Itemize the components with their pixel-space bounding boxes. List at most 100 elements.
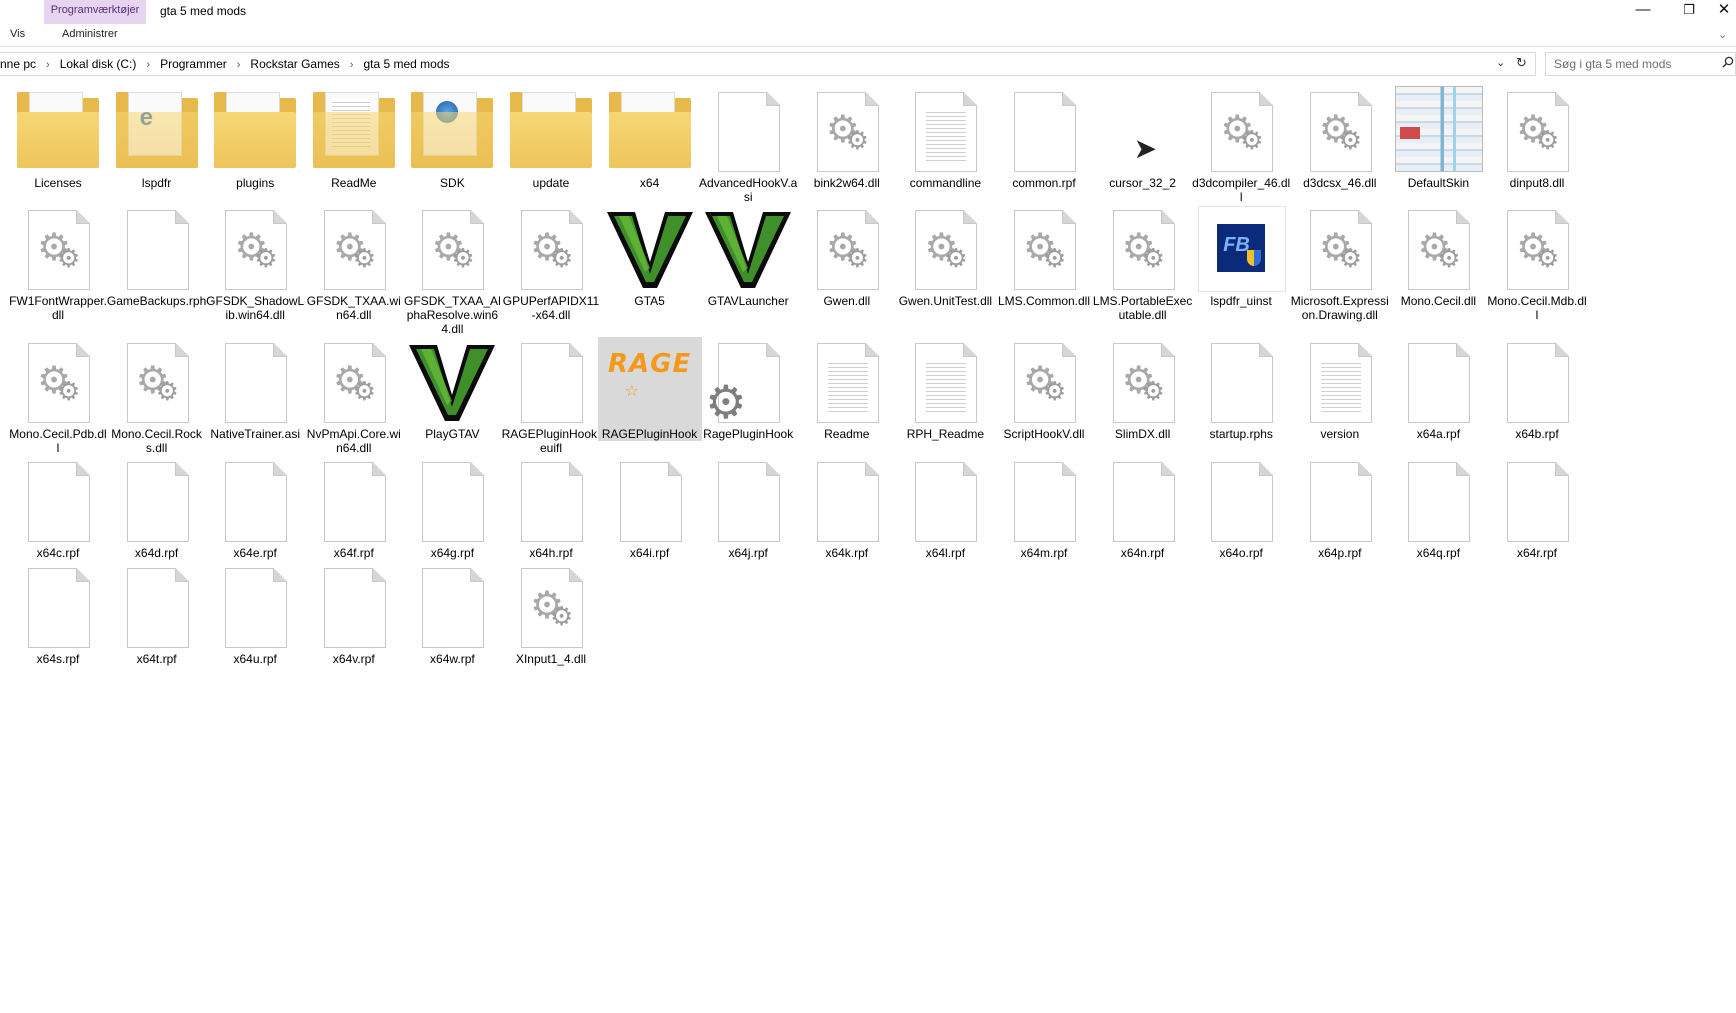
file-item-x64v-rpf[interactable]: x64v.rpf — [302, 562, 406, 666]
file-item-dinput8-dll[interactable]: ⚙ ⚙ dinput8.dll — [1485, 86, 1589, 190]
chevron-down-icon[interactable]: ⌄ — [1718, 28, 1727, 41]
file-item-x64b-rpf[interactable]: x64b.rpf — [1485, 337, 1589, 441]
file-item-playgtav[interactable]: PlayGTAV — [400, 337, 504, 441]
breadcrumb-item-local-disk[interactable]: Lokal disk (C:) — [60, 57, 137, 71]
file-name: GTA5 — [634, 294, 665, 308]
search-input[interactable]: Søg i gta 5 med mods — [1545, 52, 1736, 76]
address-bar[interactable]: nne pc › Lokal disk (C:) › Programmer › Rockst… — [0, 52, 1536, 76]
file-item-gfsdk-txaa-win64-dll[interactable]: ⚙ ⚙ GFSDK_TXAA.win64.dll — [302, 204, 406, 322]
file-item-gta5[interactable]: GTA5 — [598, 204, 702, 308]
folder-icon — [309, 86, 399, 176]
file-item-gpuperfapidx11-x64-dll[interactable]: ⚙ ⚙ GPUPerfAPIDX11-x64.dll — [499, 204, 603, 322]
file-item-mono-cecil-mdb-dll[interactable]: ⚙ ⚙ Mono.Cecil.Mdb.dll — [1485, 204, 1589, 322]
file-item-cursor-32-2[interactable]: ➤ cursor_32_2 — [1091, 86, 1195, 190]
file-item-startup-rphs[interactable]: startup.rphs — [1189, 337, 1293, 441]
file-item-lspdfr-uinst[interactable]: FB lspdfr_uinst — [1189, 204, 1293, 308]
file-item-x64d-rpf[interactable]: x64d.rpf — [105, 456, 209, 560]
file-item-common-rpf[interactable]: common.rpf — [992, 86, 1096, 190]
context-tab-programvaerktojer[interactable]: Programværktøjer — [44, 0, 146, 24]
file-item-readme[interactable]: Readme — [795, 337, 899, 441]
file-item-x64[interactable]: x64 — [598, 86, 702, 190]
file-item-bink2w64-dll[interactable]: ⚙ ⚙ bink2w64.dll — [795, 86, 899, 190]
file-item-nativetrainer-asi[interactable]: NativeTrainer.asi — [203, 337, 307, 441]
file-item-x64j-rpf[interactable]: x64j.rpf — [696, 456, 800, 560]
file-item-defaultskin[interactable]: DefaultSkin — [1386, 86, 1490, 190]
file-item-ragepluginhook[interactable]: ⚙ RagePluginHook — [696, 337, 800, 441]
file-item-gamebackups-rph[interactable]: GameBackups.rph — [105, 204, 209, 308]
file-item-x64k-rpf[interactable]: x64k.rpf — [795, 456, 899, 560]
file-item-nvpmapi-core-win64-dll[interactable]: ⚙ ⚙ NvPmApi.Core.win64.dll — [302, 337, 406, 455]
file-item-commandline[interactable]: commandline — [893, 86, 997, 190]
file-item-x64m-rpf[interactable]: x64m.rpf — [992, 456, 1096, 560]
chevron-right-icon[interactable]: › — [46, 59, 50, 71]
file-item-x64t-rpf[interactable]: x64t.rpf — [105, 562, 209, 666]
ribbon-tab-administrer[interactable]: Administrer — [62, 28, 118, 40]
file-item-x64c-rpf[interactable]: x64c.rpf — [6, 456, 110, 560]
file-item-x64r-rpf[interactable]: x64r.rpf — [1485, 456, 1589, 560]
file-item-xinput1-4-dll[interactable]: ⚙ ⚙ XInput1_4.dll — [499, 562, 603, 666]
file-item-mono-cecil-rocks-dll[interactable]: ⚙ ⚙ Mono.Cecil.Rocks.dll — [105, 337, 209, 455]
file-item-mono-cecil-pdb-dll[interactable]: ⚙ ⚙ Mono.Cecil.Pdb.dll — [6, 337, 110, 455]
file-item-fw1fontwrapper-dll[interactable]: ⚙ ⚙ FW1FontWrapper.dll — [6, 204, 110, 322]
file-item-version[interactable]: version — [1288, 337, 1392, 441]
file-item-slimdx-dll[interactable]: ⚙ ⚙ SlimDX.dll — [1091, 337, 1195, 441]
file-name: RPH_Readme — [906, 427, 985, 441]
file-item-x64u-rpf[interactable]: x64u.rpf — [203, 562, 307, 666]
file-item-gwen-unittest-dll[interactable]: ⚙ ⚙ Gwen.UnitTest.dll — [893, 204, 997, 308]
refresh-icon[interactable]: ↻ — [1516, 55, 1527, 71]
file-item-lms-common-dll[interactable]: ⚙ ⚙ LMS.Common.dll — [992, 204, 1096, 308]
file-item-x64i-rpf[interactable]: x64i.rpf — [598, 456, 702, 560]
file-item-d3dcsx-46-dll[interactable]: ⚙ ⚙ d3dcsx_46.dll — [1288, 86, 1392, 190]
file-item-x64l-rpf[interactable]: x64l.rpf — [893, 456, 997, 560]
file-item-lms-portableexecutable-dll[interactable]: ⚙ ⚙ LMS.PortableExecutable.dll — [1091, 204, 1195, 322]
file-item-update[interactable]: update — [499, 86, 603, 190]
file-item-x64a-rpf[interactable]: x64a.rpf — [1386, 337, 1490, 441]
file-item-x64q-rpf[interactable]: x64q.rpf — [1386, 456, 1490, 560]
file-name: SlimDX.dll — [1114, 427, 1171, 441]
file-item-gfsdk-txaa-alpharesolve-win64-dll[interactable]: ⚙ ⚙ GFSDK_TXAA_AlphaResolve.win64.dll — [400, 204, 504, 336]
file-item-scripthookv-dll[interactable]: ⚙ ⚙ ScriptHookV.dll — [992, 337, 1096, 441]
chevron-right-icon[interactable]: › — [350, 59, 354, 71]
file-item-x64p-rpf[interactable]: x64p.rpf — [1288, 456, 1392, 560]
breadcrumb-item-this-pc[interactable]: nne pc — [0, 57, 36, 71]
minimize-button[interactable]: — — [1620, 0, 1666, 22]
file-item-d3dcompiler-46-dll[interactable]: ⚙ ⚙ d3dcompiler_46.dll — [1189, 86, 1293, 204]
file-item-x64f-rpf[interactable]: x64f.rpf — [302, 456, 406, 560]
maximize-button[interactable]: ❐ — [1666, 0, 1712, 22]
file-item-lspdfr[interactable]: elspdfr — [105, 86, 209, 190]
file-item-gtavlauncher[interactable]: GTAVLauncher — [696, 204, 800, 308]
file-item-mono-cecil-dll[interactable]: ⚙ ⚙ Mono.Cecil.dll — [1386, 204, 1490, 308]
file-item-gwen-dll[interactable]: ⚙ ⚙ Gwen.dll — [795, 204, 899, 308]
chevron-right-icon[interactable]: › — [146, 59, 150, 71]
file-item-microsoft-expression-drawing-dll[interactable]: ⚙ ⚙ Microsoft.Expression.Drawing.dll — [1288, 204, 1392, 322]
file-item-plugins[interactable]: plugins — [203, 86, 307, 190]
file-name: GFSDK_TXAA.win64.dll — [306, 294, 401, 322]
file-item-x64w-rpf[interactable]: x64w.rpf — [400, 562, 504, 666]
file-item-x64o-rpf[interactable]: x64o.rpf — [1189, 456, 1293, 560]
file-item-licenses[interactable]: Licenses — [6, 86, 110, 190]
breadcrumb-item-rockstar-games[interactable]: Rockstar Games — [250, 57, 339, 71]
file-item-sdk[interactable]: SDK — [400, 86, 504, 190]
file-item-x64e-rpf[interactable]: x64e.rpf — [203, 456, 307, 560]
file-item-ragepluginhook-euifl[interactable]: RAGEPluginHook.euifl — [499, 337, 603, 455]
file-name: x64b.rpf — [1515, 427, 1559, 441]
file-item-readme[interactable]: ReadMe — [302, 86, 406, 190]
chevron-down-icon[interactable]: ⌄ — [1496, 56, 1505, 69]
file-name: lspdfr — [141, 176, 172, 190]
close-button[interactable]: ✕ — [1712, 0, 1736, 22]
file-item-x64g-rpf[interactable]: x64g.rpf — [400, 456, 504, 560]
breadcrumb-item-gta5-med-mods[interactable]: gta 5 med mods — [363, 57, 449, 71]
file-item-x64h-rpf[interactable]: x64h.rpf — [499, 456, 603, 560]
file-item-x64n-rpf[interactable]: x64n.rpf — [1091, 456, 1195, 560]
file-item-rph-readme[interactable]: RPH_Readme — [893, 337, 997, 441]
file-item-advancedhookv-asi[interactable]: AdvancedHookV.asi — [696, 86, 800, 204]
chevron-right-icon[interactable]: › — [237, 59, 241, 71]
file-item-x64s-rpf[interactable]: x64s.rpf — [6, 562, 110, 666]
file-item-gfsdk-shadowlib-win64-dll[interactable]: ⚙ ⚙ GFSDK_ShadowLib.win64.dll — [203, 204, 307, 322]
file-icon — [1098, 456, 1188, 546]
file-item-ragepluginhook[interactable]: RAGE ☆ RAGEPluginHook — [597, 337, 702, 441]
breadcrumb-item-programmer[interactable]: Programmer — [160, 57, 227, 71]
file-grid: Licenses elspdfr plugins ReadMe SDK update x64… — [0, 86, 1736, 736]
context-tab-label: Programværktøjer — [50, 4, 140, 16]
ribbon-tab-vis[interactable]: Vis — [10, 28, 25, 40]
